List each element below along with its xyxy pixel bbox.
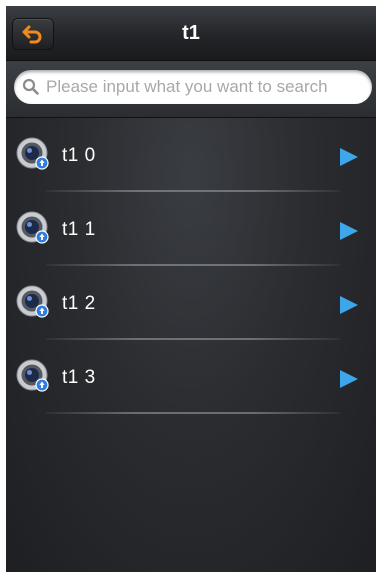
list-item-label: t1 1 (62, 219, 96, 240)
list-item[interactable]: t1 2 (6, 266, 376, 340)
search-bar (6, 61, 376, 118)
camera-list: t1 0 t1 1 t1 2 t1 3 (6, 118, 376, 414)
app-screen: t1 Please input what you want to search … (6, 6, 376, 572)
list-item[interactable]: t1 0 (6, 118, 376, 192)
play-arrow-icon[interactable] (340, 148, 358, 166)
search-field[interactable] (14, 70, 372, 104)
list-item[interactable]: t1 3 (6, 340, 376, 414)
camera-icon (16, 285, 49, 318)
search-input[interactable] (46, 77, 346, 97)
divider (46, 412, 340, 414)
list-item-label: t1 2 (62, 293, 96, 314)
list-item-label: t1 3 (62, 367, 96, 388)
camera-icon (16, 211, 49, 244)
page-title: t1 (182, 22, 200, 44)
title-bar: t1 (6, 6, 376, 61)
back-arrow-icon (22, 25, 42, 44)
camera-icon (16, 359, 49, 392)
list-item[interactable]: t1 1 (6, 192, 376, 266)
play-arrow-icon[interactable] (340, 296, 358, 314)
camera-icon (16, 137, 49, 170)
search-icon (14, 70, 40, 104)
play-arrow-icon[interactable] (340, 370, 358, 388)
play-arrow-icon[interactable] (340, 222, 358, 240)
back-button[interactable] (12, 18, 54, 50)
list-item-label: t1 0 (62, 145, 96, 166)
